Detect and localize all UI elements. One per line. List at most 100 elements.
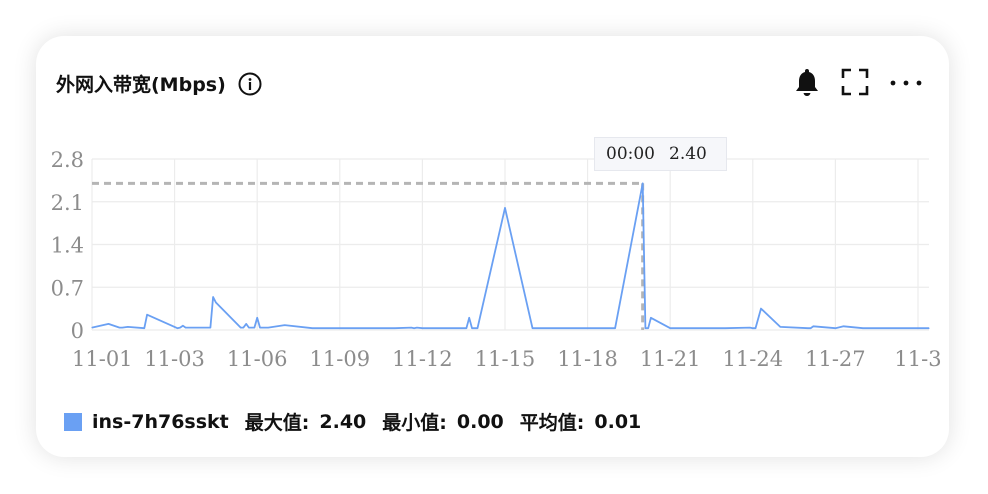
data-point [245, 323, 247, 325]
x-tick-label: 11-15 [475, 347, 536, 371]
data-point [669, 327, 671, 329]
legend-min-label: 最小值: [382, 412, 447, 434]
data-point [642, 182, 644, 185]
data-point [253, 326, 256, 329]
data-point [468, 317, 470, 319]
data-point [471, 327, 473, 329]
x-axis-ticks: 11-01 11-03 11-06 11-09 11-12 11-15 11-18 11-21… [72, 347, 942, 371]
data-point [752, 327, 754, 329]
data-point [644, 327, 647, 329]
data-point [476, 327, 479, 329]
chart-card: 0 0.7 1.4 2.1 2.8 11-01 11-03 11-06 11-09 11-12 1… [36, 36, 949, 457]
x-tick-label: 11-06 [227, 347, 288, 371]
bell-icon[interactable] [793, 67, 821, 97]
data-point [413, 327, 415, 329]
data-point [614, 327, 616, 329]
x-tick-label: 11-03 [144, 347, 205, 371]
data-point [449, 327, 451, 329]
x-tick-label: 11-27 [805, 347, 866, 371]
y-tick-label: 0.7 [51, 276, 84, 300]
data-point [256, 317, 258, 319]
y-axis-ticks: 0 0.7 1.4 2.1 2.8 [51, 148, 84, 343]
data-point [812, 325, 814, 327]
data-point [760, 308, 762, 310]
chart-title: 外网入带宽(Mbps) [56, 74, 226, 96]
data-point [650, 317, 652, 319]
data-point [584, 327, 586, 329]
legend-max-label: 最大值: [244, 412, 310, 434]
x-tick-label: 11-24 [723, 347, 784, 371]
data-point [754, 327, 757, 329]
data-point [749, 326, 751, 329]
data-point [928, 327, 930, 329]
y-tick-label: 2.8 [51, 148, 84, 172]
data-point [810, 327, 812, 329]
data-point [843, 325, 845, 327]
data-point [182, 325, 184, 327]
x-tick-label: 11-01 [72, 347, 133, 371]
data-point [724, 327, 726, 329]
chart-marks [91, 181, 930, 330]
data-point [465, 327, 468, 329]
data-point [917, 327, 919, 329]
data-point [107, 323, 110, 325]
data-point [531, 327, 534, 329]
fullscreen-icon[interactable] [841, 67, 869, 97]
tooltip-time: 00:00 [606, 144, 655, 164]
data-point [834, 327, 836, 329]
data-point [366, 327, 368, 329]
x-tick-label: 11-09 [310, 347, 371, 371]
data-point [284, 324, 286, 326]
info-circle-icon[interactable] [238, 72, 262, 96]
x-tick-label: 11-12 [392, 347, 453, 371]
chart-legend: ins-7h76sskt 最大值: 2.40 最小值: 0.00 平均值: 0.… [64, 408, 641, 435]
data-point [201, 326, 203, 329]
data-point [807, 327, 809, 329]
more-dots-icon[interactable] [889, 67, 923, 97]
data-point [586, 327, 589, 329]
data-point [779, 326, 781, 328]
data-point [118, 326, 121, 329]
chart-svg: 00.71.42.12.8 11-01 11-03 11-06 11-09 11-12 1… [51, 148, 942, 371]
data-point [589, 327, 591, 329]
x-tick-label: 11-3 [894, 347, 941, 371]
data-point [267, 326, 269, 329]
tooltip-value: 2.40 [669, 144, 707, 164]
data-point [215, 301, 217, 304]
data-point [146, 314, 148, 316]
data-point [121, 326, 123, 329]
legend-max-value: 2.40 [319, 410, 367, 433]
legend-avg-value: 0.01 [594, 410, 642, 433]
legend-series-name: ins-7h76sskt [92, 410, 229, 433]
legend-min-value: 0.00 [456, 410, 504, 433]
data-point [240, 326, 242, 329]
data-point [339, 327, 341, 329]
card-actions [793, 67, 923, 97]
y-tick-label: 1.4 [51, 234, 84, 258]
data-point [91, 326, 93, 329]
data-point [176, 327, 178, 329]
series-line-ins-7h76sskt [91, 182, 929, 330]
data-point [410, 326, 412, 329]
data-point [185, 326, 187, 329]
data-point [212, 296, 214, 298]
data-point [242, 326, 245, 329]
data-point [311, 327, 313, 329]
data-point [647, 327, 649, 329]
data-point [209, 326, 211, 329]
data-point [179, 326, 181, 329]
data-point [143, 327, 145, 329]
data-point [889, 327, 892, 329]
chart-tooltip: 00:00 2.40 [594, 137, 727, 171]
legend-avg-label: 平均值: [519, 412, 585, 434]
y-tick-label: 0 [71, 319, 84, 343]
data-point [127, 326, 129, 328]
x-tick-label: 11-21 [640, 347, 701, 371]
x-tick-label: 11-18 [557, 347, 618, 371]
data-point [697, 327, 699, 329]
data-point [394, 327, 396, 329]
data-point [259, 326, 261, 329]
data-point [248, 326, 250, 329]
data-point [559, 327, 561, 329]
data-point [862, 327, 864, 329]
